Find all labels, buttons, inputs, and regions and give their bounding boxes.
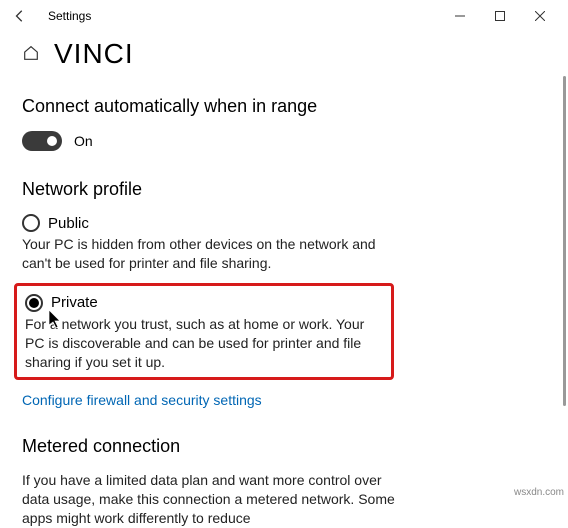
window-controls: [440, 2, 560, 30]
minimize-icon: [455, 11, 465, 21]
close-button[interactable]: [520, 2, 560, 30]
page-title: VINCI: [54, 38, 134, 70]
auto-connect-toggle-label: On: [74, 133, 93, 149]
firewall-link[interactable]: Configure firewall and security settings: [22, 392, 546, 408]
auto-connect-heading: Connect automatically when in range: [22, 96, 546, 117]
titlebar-title: Settings: [48, 9, 91, 23]
maximize-icon: [495, 11, 505, 21]
private-radio-desc: For a network you trust, such as at home…: [25, 315, 381, 372]
public-radio[interactable]: [22, 214, 40, 232]
header: VINCI: [0, 32, 568, 88]
vertical-scrollbar[interactable]: [563, 76, 566, 406]
maximize-button[interactable]: [480, 2, 520, 30]
private-radio-label: Private: [51, 294, 98, 311]
public-radio-label: Public: [48, 215, 89, 232]
close-icon: [535, 11, 545, 21]
auto-connect-toggle[interactable]: [22, 131, 62, 151]
network-profile-group: Public Your PC is hidden from other devi…: [22, 214, 546, 408]
public-radio-desc: Your PC is hidden from other devices on …: [22, 235, 382, 273]
highlight-box: Private For a network you trust, such as…: [14, 283, 394, 381]
back-button[interactable]: [8, 4, 32, 28]
network-profile-heading: Network profile: [22, 179, 546, 200]
private-radio[interactable]: [25, 294, 43, 312]
content: Connect automatically when in range On N…: [0, 96, 568, 528]
metered-heading: Metered connection: [22, 436, 546, 457]
radio-item-private: Private For a network you trust, such as…: [25, 294, 381, 372]
home-icon[interactable]: [22, 44, 40, 65]
arrow-left-icon: [13, 9, 27, 23]
titlebar: Settings: [0, 0, 568, 32]
watermark: wsxdn.com: [514, 487, 564, 498]
radio-item-public: Public Your PC is hidden from other devi…: [22, 214, 546, 273]
minimize-button[interactable]: [440, 2, 480, 30]
auto-connect-toggle-row: On: [22, 131, 546, 151]
